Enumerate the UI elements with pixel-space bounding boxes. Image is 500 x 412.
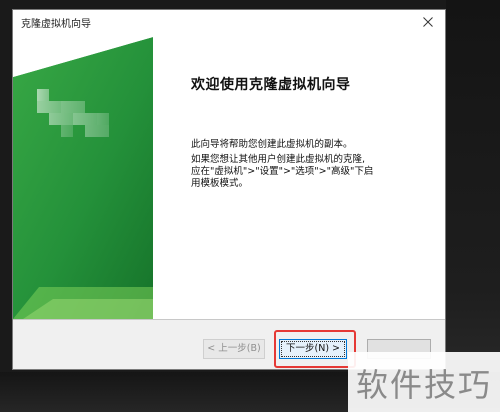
desktop-background xyxy=(446,0,500,412)
wizard-banner-image xyxy=(13,37,153,319)
back-button[interactable]: < 上一步(B) xyxy=(203,339,265,359)
clone-vm-wizard-dialog: 克隆虚拟机向导 欢迎使用克隆虚拟机向导 此向导将帮助您创建此虚拟机的副本。 如果… xyxy=(12,9,446,370)
watermark-text: 软件技巧 xyxy=(356,366,493,404)
wizard-content: 欢迎使用克隆虚拟机向导 此向导将帮助您创建此虚拟机的副本。 如果您想让其他用户创… xyxy=(153,37,445,319)
next-button-highlight xyxy=(274,330,356,368)
close-button[interactable] xyxy=(413,11,443,33)
wizard-heading: 欢迎使用克隆虚拟机向导 xyxy=(191,77,351,93)
description-text: 此向导将帮助您创建此虚拟机的副本。 xyxy=(191,139,353,150)
close-icon xyxy=(423,17,433,27)
watermark: 软件技巧 xyxy=(348,352,500,412)
template-mode-text-line-3: 用模板模式。 xyxy=(191,178,249,189)
template-mode-text-line-2: 应在"虚拟机">"设置">"选项">"高级"下启 xyxy=(191,166,374,177)
template-mode-text-line-1: 如果您想让其他用户创建此虚拟机的克隆, xyxy=(191,154,366,165)
title-bar: 克隆虚拟机向导 xyxy=(13,10,445,34)
window-title: 克隆虚拟机向导 xyxy=(21,19,91,30)
